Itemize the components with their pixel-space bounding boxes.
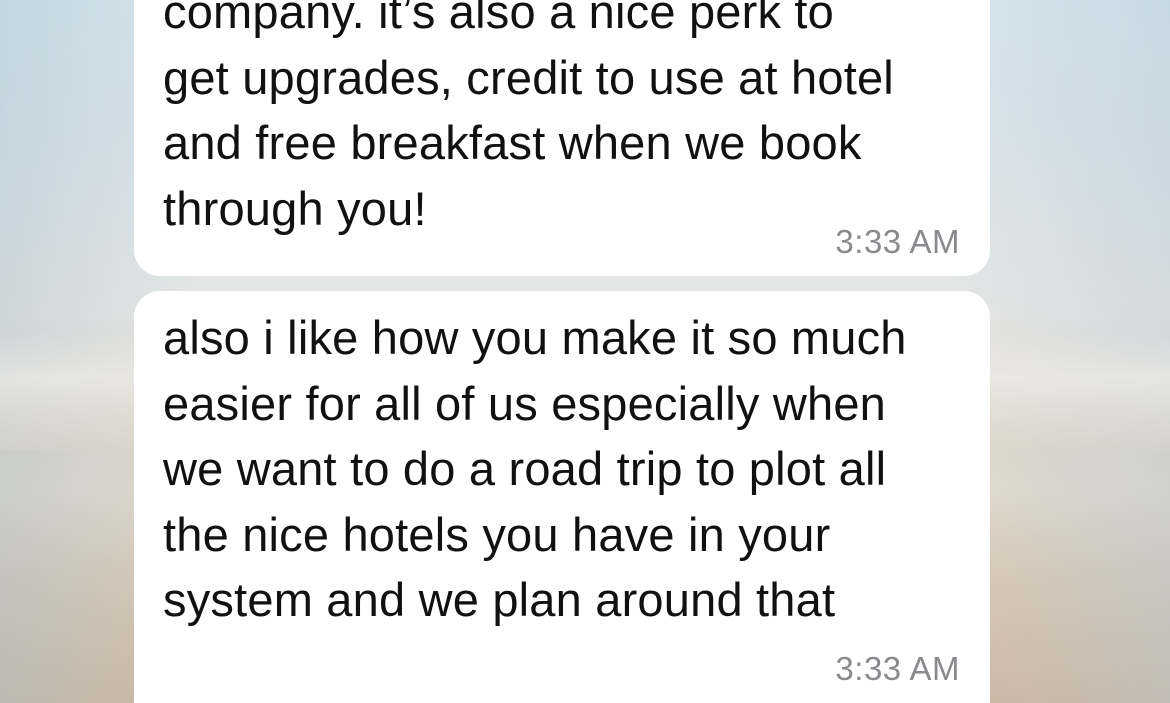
message-bubble-incoming[interactable]: company. it’s also a nice perk to get up… bbox=[134, 0, 990, 276]
message-text: company. it’s also a nice perk to get up… bbox=[163, 0, 894, 235]
message-bubble-incoming[interactable]: also i like how you make it so much easi… bbox=[134, 291, 990, 703]
message-timestamp: 3:33 AM bbox=[835, 223, 960, 260]
message-timestamp: 3:33 AM bbox=[835, 650, 960, 687]
message-text: also i like how you make it so much easi… bbox=[163, 311, 907, 626]
